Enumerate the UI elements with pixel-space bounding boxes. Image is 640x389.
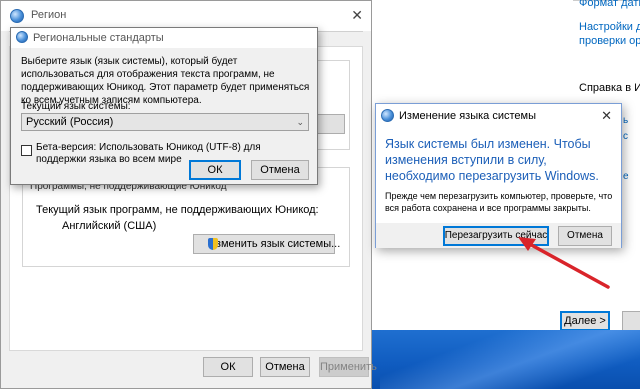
annotation-arrow xyxy=(518,237,610,289)
rs-title: Региональные стандарты xyxy=(33,32,164,44)
next-button[interactable]: Далее > xyxy=(560,311,610,331)
cl-titlebar: Изменение языка системы ✕ xyxy=(376,104,621,128)
cl-title: Изменение языка системы xyxy=(399,110,536,122)
selected-language: Русский (Россия) xyxy=(26,116,114,128)
cl-main-message: Язык системы был изменен. Чтобы изменени… xyxy=(385,137,599,183)
link-date-format[interactable]: Формат даты xyxy=(579,0,640,9)
rs-description: Выберите язык (язык системы), который бу… xyxy=(21,56,310,106)
side-link-2[interactable]: с xyxy=(623,131,628,142)
current-language-value: Английский (США) xyxy=(62,220,157,232)
shield-icon xyxy=(208,238,218,250)
side-link-3[interactable]: е xyxy=(623,171,629,182)
link-settings[interactable]: Настройки для xyxy=(579,21,640,33)
close-icon[interactable]: ✕ xyxy=(351,7,363,24)
regional-standards-dialog: Региональные стандарты Выберите язык (яз… xyxy=(10,27,318,185)
globe-icon xyxy=(16,31,28,43)
wallpaper-light-streak xyxy=(380,330,640,389)
region-apply-button: Применить xyxy=(319,357,377,377)
region-ok-button[interactable]: ОК xyxy=(203,357,253,377)
link-spelling[interactable]: проверки орфо xyxy=(579,35,640,47)
region-title: Регион xyxy=(31,9,67,21)
rs-titlebar: Региональные стандарты xyxy=(11,28,317,48)
side-link-1[interactable]: ь xyxy=(623,115,628,126)
help-text: Справка в Инт xyxy=(579,82,640,94)
beta-utf8-checkbox[interactable] xyxy=(21,145,32,156)
rs-current-language-label: Текущий язык системы: xyxy=(21,101,131,112)
cl-secondary-message: Прежде чем перезагрузить компьютер, пров… xyxy=(385,191,613,213)
globe-icon xyxy=(10,9,24,23)
rs-cancel-button[interactable]: Отмена xyxy=(251,160,309,180)
chevron-down-icon: ⌄ xyxy=(296,117,304,127)
system-language-select[interactable]: Русский (Россия) ⌄ xyxy=(21,113,309,131)
globe-icon xyxy=(381,109,394,122)
close-icon[interactable]: ✕ xyxy=(601,108,612,124)
rs-ok-button[interactable]: ОК xyxy=(189,160,241,180)
next-button-2[interactable] xyxy=(622,311,640,331)
current-language-label: Текущий язык программ, не поддерживающих… xyxy=(36,204,319,216)
region-cancel-button[interactable]: Отмена xyxy=(260,357,310,377)
change-system-locale-button[interactable]: Изменить язык системы... xyxy=(193,234,340,254)
